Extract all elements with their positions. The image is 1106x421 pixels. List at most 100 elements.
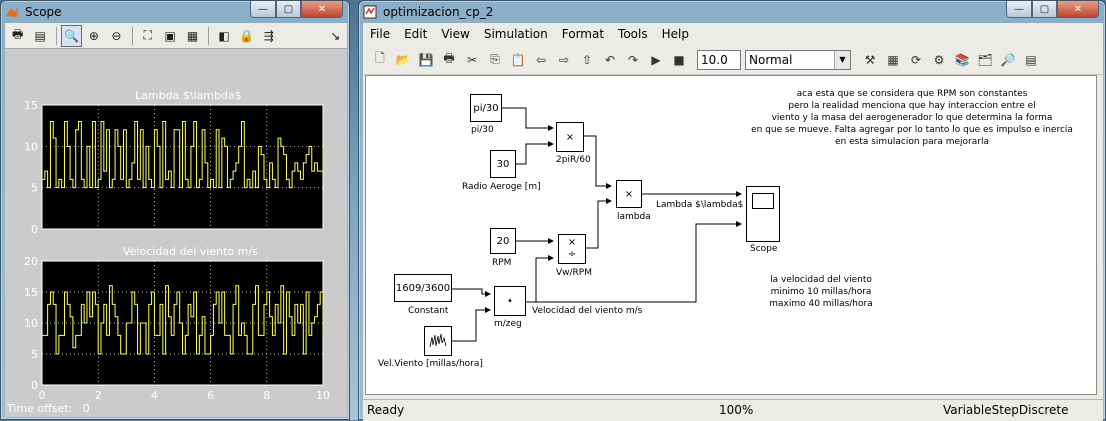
block-label: Vel.Viento [millas/hora] [378, 359, 483, 369]
x-tick-label: 8 [263, 389, 270, 402]
model-canvas[interactable]: pi/30 pi/30 30 Radio Aeroge [m] × 2piR/6… [365, 75, 1097, 395]
y-tick-label: 10 [24, 317, 38, 330]
minimize-button[interactable]: — [250, 1, 276, 18]
waveform-icon [429, 333, 447, 348]
maximize-button[interactable]: ▢ [1032, 1, 1057, 18]
up-icon[interactable]: ⇧ [576, 49, 598, 71]
constant-block-radio[interactable]: 30 [490, 150, 516, 178]
restore-axes-icon[interactable]: ▦ [182, 25, 203, 47]
x-tick-label: 10 [316, 389, 330, 402]
note-line: aca esta que se considera que RPM son co… [796, 89, 1028, 99]
signal-builder-block[interactable] [424, 326, 452, 356]
divide-block-vwrpm[interactable]: × ÷ [558, 234, 586, 264]
parameters-icon[interactable]: ▤ [29, 25, 50, 47]
floating-scope-icon[interactable]: ◧ [213, 25, 234, 47]
signal-label-lambda: Lambda $\lambda$ [656, 200, 744, 210]
minimize-button[interactable]: — [1006, 1, 1032, 18]
status-solver: VariableStepDiscrete [943, 403, 1069, 417]
stop-icon[interactable]: ■ [668, 49, 690, 71]
open-icon[interactable]: 📂 [392, 49, 414, 71]
product-block-mzeg[interactable]: • [494, 286, 526, 316]
signal-selection-icon[interactable]: ⇶ [258, 25, 279, 47]
autoscale-icon[interactable]: ⛶ [137, 25, 158, 47]
scope-toolbar: 🖶 ▤ 🔍 ⊕ ⊖ ⛶ ▣ ▦ ◧ 🔒 ⇶ ↘ [5, 23, 347, 49]
build-icon[interactable]: ⚒ [859, 49, 881, 71]
scope-plot-area: Lambda $\lambda$ Velocidad del viento m/… [5, 49, 347, 417]
zoom-x-icon[interactable]: ⊕ [83, 25, 104, 47]
menu-file[interactable]: File [363, 27, 397, 41]
constant-block-rpm[interactable]: 20 [490, 228, 516, 254]
stop-time-input[interactable]: 10.0 [697, 49, 741, 70]
new-icon[interactable]: 🗋 [369, 49, 391, 71]
copy-icon[interactable]: ⎘ [484, 49, 506, 71]
forward-icon[interactable]: ⇨ [553, 49, 575, 71]
simulink-model-icon [363, 5, 377, 19]
print-icon[interactable]: 🖶 [438, 49, 460, 71]
simulink-toolbar: 🗋 📂 💾 🖶 ✂ ⎘ 📋 ⇦ ⇨ ⇧ ↶ ↷ ▶ ■ 10.0 Normal ▼… [363, 45, 1103, 75]
block-label: pi/30 [471, 125, 494, 135]
paste-icon[interactable]: 📋 [507, 49, 529, 71]
x-tick-label: 6 [207, 389, 214, 402]
constant-block-1609[interactable]: 1609/3600 [394, 274, 452, 302]
print-icon[interactable]: 🖶 [7, 25, 28, 47]
update-diagram-icon[interactable]: ⟳ [905, 49, 927, 71]
simulink-titlebar[interactable]: optimizacion_cp_2 — ▢ ✕ [359, 1, 1105, 23]
lock-axes-icon[interactable]: 🔒 [236, 25, 257, 47]
model-explorer-icon[interactable]: 🗂 [974, 49, 996, 71]
note-line: en que se mueve. Falta agregar por lo ta… [751, 125, 1073, 135]
close-button[interactable]: ✕ [301, 1, 343, 18]
note-line: minimo 10 millas/hora [770, 287, 872, 297]
product-block-2pir60[interactable]: × [556, 122, 584, 152]
back-icon[interactable]: ⇦ [530, 49, 552, 71]
time-offset-value: 0 [82, 402, 90, 415]
block-label: lambda [617, 212, 651, 222]
toolbar-overflow-icon[interactable]: ↘ [325, 25, 346, 47]
scope-titlebar[interactable]: Scope — ▢ ✕ [1, 1, 349, 23]
scope-screen-icon [752, 193, 774, 209]
save-icon[interactable]: 💾 [415, 49, 437, 71]
zoom-icon[interactable]: 🔍 [60, 24, 83, 47]
redo-icon[interactable]: ↷ [622, 49, 644, 71]
y-tick-label: 0 [31, 379, 38, 392]
undo-icon[interactable]: ↶ [599, 49, 621, 71]
cut-icon[interactable]: ✂ [461, 49, 483, 71]
simulation-mode-select[interactable]: Normal ▼ [745, 49, 851, 70]
y-tick-label: 20 [24, 255, 38, 268]
menu-view[interactable]: View [434, 27, 476, 41]
annotation-note-viento: la velocidad del viento minimo 10 millas… [756, 274, 886, 310]
product-block-lambda[interactable]: × [616, 180, 642, 208]
maximize-button[interactable]: ▢ [276, 1, 301, 18]
scope-window: Scope — ▢ ✕ 🖶 ▤ 🔍 ⊕ ⊖ ⛶ ▣ ▦ ◧ 🔒 ⇶ ↘ Lamb… [0, 0, 350, 420]
scope-block[interactable] [746, 186, 780, 242]
time-offset: Time offset: 0 [7, 402, 90, 415]
toggle-browser-icon[interactable]: ▤ [1020, 49, 1042, 71]
menu-format[interactable]: Format [555, 27, 611, 41]
block-label: 2piR/60 [556, 155, 591, 165]
menu-simulation[interactable]: Simulation [477, 27, 555, 41]
grid-icon[interactable]: ▦ [882, 49, 904, 71]
simulink-window: optimizacion_cp_2 — ▢ ✕ File Edit View S… [358, 0, 1106, 421]
x-tick-label: 4 [151, 389, 158, 402]
incremental-build-icon[interactable]: ⚙ [928, 49, 950, 71]
block-label: Radio Aeroge [m] [462, 182, 541, 192]
y-tick-label: 10 [24, 140, 38, 153]
menu-tools[interactable]: Tools [611, 27, 655, 41]
zoom-y-icon[interactable]: ⊖ [106, 25, 127, 47]
status-zoom: 100% [719, 403, 754, 417]
menu-help[interactable]: Help [655, 27, 696, 41]
save-axes-icon[interactable]: ▣ [159, 25, 180, 47]
y-tick-label: 15 [24, 286, 38, 299]
play-icon[interactable]: ▶ [645, 49, 667, 71]
close-button[interactable]: ✕ [1057, 1, 1099, 18]
debugger-icon[interactable]: 🔎 [997, 49, 1019, 71]
status-bar: Ready 100% VariableStepDiscrete [363, 399, 1103, 421]
menu-edit[interactable]: Edit [397, 27, 434, 41]
note-line: viento y la masa del aerogenerador lo qu… [771, 113, 1053, 123]
matlab-icon [6, 7, 18, 17]
block-label: Scope [750, 244, 778, 254]
y-tick-label: 0 [31, 223, 38, 236]
y-tick-label: 5 [31, 348, 38, 361]
note-line: en esta simulacion para mejorarla [835, 137, 989, 147]
constant-block-pi30[interactable]: pi/30 [470, 94, 502, 122]
library-browser-icon[interactable]: 📚 [951, 49, 973, 71]
